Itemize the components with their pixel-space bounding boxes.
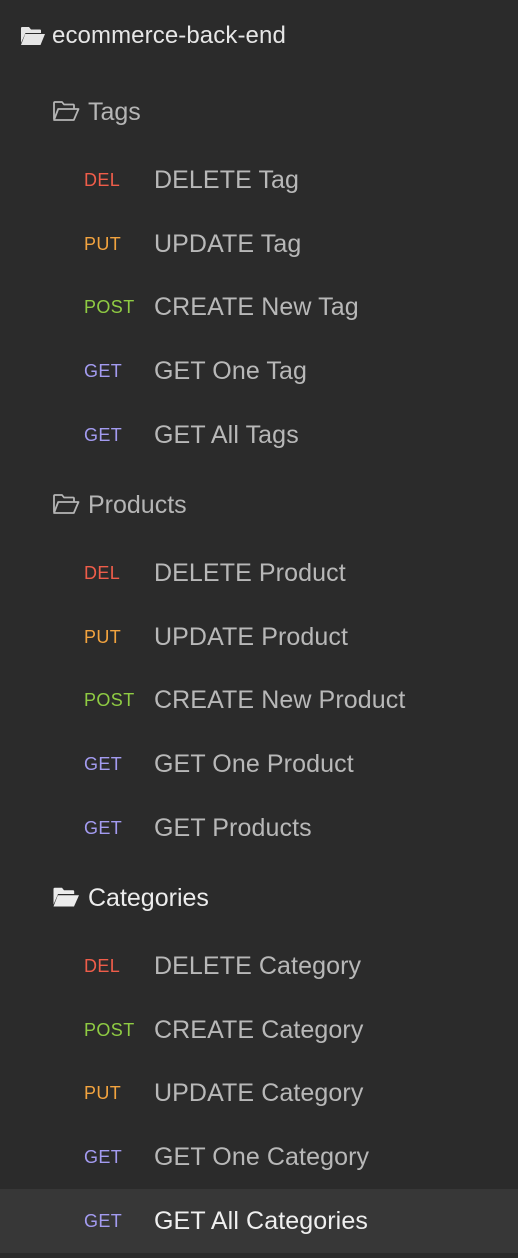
folder-products-label: Products	[88, 490, 187, 519]
request-create-tag[interactable]: POST CREATE New Tag	[0, 277, 518, 337]
request-get-all-categories[interactable]: GET GET All Categories	[0, 1189, 518, 1253]
folder-open-filled-icon	[52, 885, 82, 909]
method-badge: DEL	[84, 955, 121, 976]
request-get-all-tags[interactable]: GET GET All Tags	[0, 405, 518, 465]
request-get-products[interactable]: GET GET Products	[0, 798, 518, 858]
request-delete-category[interactable]: DEL DELETE Category	[0, 936, 518, 996]
method-badge: GET	[84, 360, 123, 381]
request-update-product[interactable]: PUT UPDATE Product	[0, 607, 518, 667]
method-badge: PUT	[84, 233, 122, 254]
folder-categories-label: Categories	[88, 883, 209, 912]
request-get-one-tag[interactable]: GET GET One Tag	[0, 341, 518, 401]
folder-tags-label: Tags	[88, 97, 141, 126]
request-label: GET One Tag	[154, 356, 308, 385]
method-badge: GET	[84, 424, 123, 445]
request-label: GET One Product	[154, 749, 354, 778]
request-sidebar: ecommerce-back-end Tags DEL DELETE Tag P…	[0, 0, 518, 1258]
request-label: GET One Category	[154, 1142, 370, 1171]
request-create-product[interactable]: POST CREATE New Product	[0, 670, 518, 730]
folder-categories[interactable]: Categories	[0, 869, 518, 925]
method-badge: DEL	[84, 562, 121, 583]
folder-tags[interactable]: Tags	[0, 83, 518, 139]
request-update-tag[interactable]: PUT UPDATE Tag	[0, 214, 518, 274]
method-badge: GET	[84, 817, 123, 838]
method-badge: DEL	[84, 169, 121, 190]
method-badge: GET	[84, 1210, 123, 1231]
method-badge: POST	[84, 689, 135, 710]
collection-root-label: ecommerce-back-end	[52, 22, 286, 49]
request-delete-tag[interactable]: DEL DELETE Tag	[0, 150, 518, 210]
folder-products[interactable]: Products	[0, 476, 518, 532]
folder-open-icon	[20, 24, 52, 48]
request-label: DELETE Product	[154, 558, 346, 587]
method-badge: POST	[84, 296, 135, 317]
method-badge: PUT	[84, 1082, 122, 1103]
collection-root[interactable]: ecommerce-back-end	[0, 8, 518, 64]
request-label: GET All Categories	[154, 1206, 368, 1235]
folder-open-outline-icon	[52, 492, 82, 516]
method-badge: PUT	[84, 626, 122, 647]
request-label: UPDATE Product	[154, 622, 349, 651]
request-label: CREATE New Product	[154, 685, 406, 714]
request-get-one-category[interactable]: GET GET One Category	[0, 1127, 518, 1187]
method-badge: POST	[84, 1019, 135, 1040]
request-label: CREATE Category	[154, 1015, 364, 1044]
request-label: UPDATE Tag	[154, 229, 302, 258]
request-get-one-product[interactable]: GET GET One Product	[0, 734, 518, 794]
request-create-category[interactable]: POST CREATE Category	[0, 1000, 518, 1060]
request-label: UPDATE Category	[154, 1078, 364, 1107]
request-label: DELETE Category	[154, 951, 362, 980]
request-label: CREATE New Tag	[154, 292, 359, 321]
request-delete-product[interactable]: DEL DELETE Product	[0, 543, 518, 603]
method-badge: GET	[84, 753, 123, 774]
request-update-category[interactable]: PUT UPDATE Category	[0, 1063, 518, 1123]
request-label: GET Products	[154, 813, 312, 842]
folder-open-outline-icon	[52, 99, 82, 123]
method-badge: GET	[84, 1146, 123, 1167]
request-label: DELETE Tag	[154, 165, 300, 194]
request-label: GET All Tags	[154, 420, 299, 449]
